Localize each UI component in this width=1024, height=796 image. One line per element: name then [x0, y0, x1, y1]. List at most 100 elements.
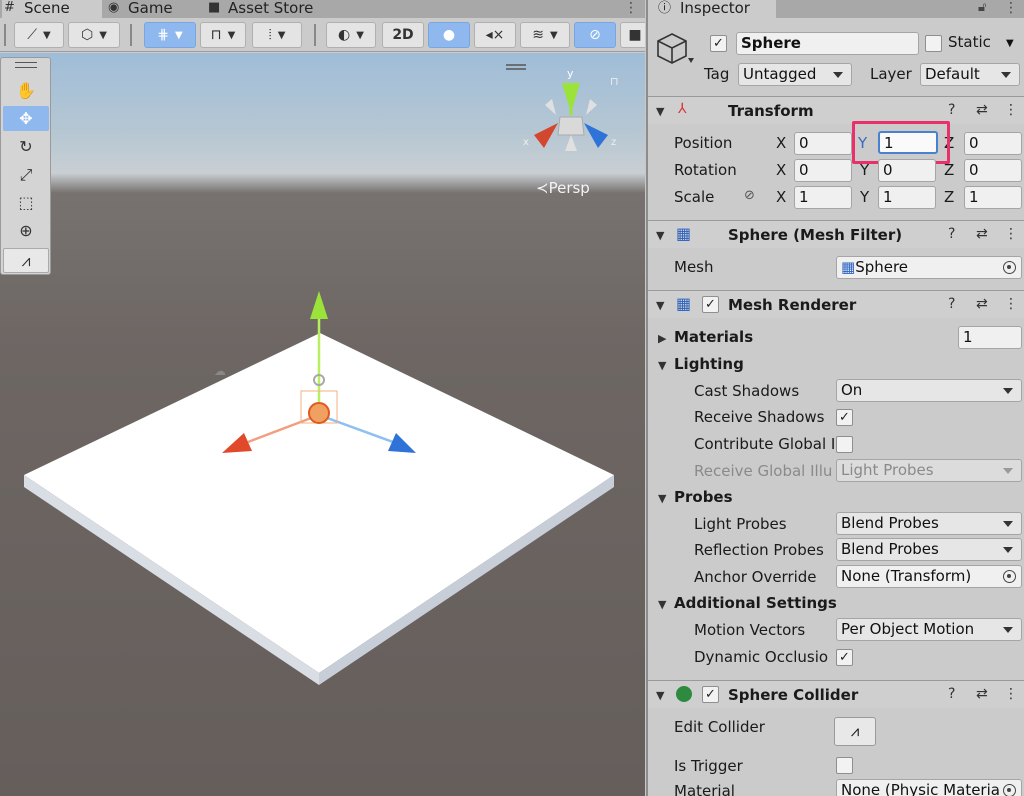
grid-snap-dropdown[interactable]: ⋕ ▼ — [144, 22, 196, 48]
motion-vectors-dropdown[interactable]: Per Object Motion — [836, 618, 1022, 641]
is-trigger-checkbox[interactable] — [836, 757, 853, 774]
rotation-x-field[interactable]: 0 — [794, 159, 852, 182]
hidden-objects-toggle[interactable]: ⊘ — [574, 22, 616, 48]
orientation-y-cone[interactable] — [562, 83, 580, 113]
help-icon[interactable]: ? — [948, 296, 955, 312]
scale-x-field[interactable]: 1 — [794, 186, 852, 209]
foldout-arrow-icon[interactable]: ▼ — [656, 229, 664, 242]
orientation-neg-y-cone[interactable] — [565, 135, 577, 151]
gizmo-y-arrow[interactable] — [310, 291, 328, 319]
edit-collider-button[interactable]: ⩘ — [834, 717, 876, 746]
camera-dropdown[interactable]: ■ — [620, 22, 645, 48]
presets-icon[interactable]: ⇄ — [976, 296, 988, 312]
tab-game[interactable]: ◉ Game — [106, 0, 202, 18]
anchor-override-field[interactable]: None (Transform) — [836, 565, 1022, 588]
help-icon[interactable]: ? — [948, 226, 955, 242]
tab-asset-store[interactable]: ■ Asset Store — [206, 0, 346, 18]
tool-palette-handle[interactable] — [15, 62, 37, 68]
shading-dropdown[interactable]: ◐ ▼ — [326, 22, 376, 48]
additional-settings-foldout-icon[interactable]: ▼ — [658, 598, 666, 611]
cast-shadows-dropdown[interactable]: On — [836, 379, 1022, 402]
mode-2d-button[interactable]: 2D — [382, 22, 424, 48]
rotation-y-field[interactable]: 0 — [878, 159, 936, 182]
more-menu-icon[interactable]: ⋮ — [1004, 0, 1018, 16]
help-icon[interactable]: ? — [948, 686, 955, 702]
reflection-probes-dropdown[interactable]: Blend Probes — [836, 538, 1022, 561]
increment-snap-dropdown[interactable]: ⊓ ▼ — [200, 22, 246, 48]
rotation-z-field[interactable]: 0 — [964, 159, 1022, 182]
dynamic-occlusion-checkbox[interactable]: ✓ — [836, 649, 853, 666]
effects-dropdown[interactable]: ≋ ▼ — [520, 22, 570, 48]
lock-icon[interactable]: 🔓︎ — [978, 0, 986, 15]
contribute-gi-checkbox[interactable] — [836, 436, 853, 453]
object-picker-icon[interactable] — [1003, 261, 1016, 274]
tab-inspector[interactable]: ⓘ Inspector — [648, 0, 776, 19]
orientation-x-cone[interactable] — [534, 123, 558, 148]
rect-tool[interactable]: ⬚ — [3, 190, 49, 215]
render-mode-dropdown[interactable]: ⬡ ▼ — [68, 22, 120, 48]
tag-dropdown[interactable]: Untagged — [738, 63, 852, 86]
custom-editor-tool[interactable]: ⩘ — [3, 248, 49, 273]
transform-header[interactable]: ▼ ⅄ Transform ? ⇄ ⋮ — [648, 96, 1024, 124]
component-menu-icon[interactable]: ⋮ — [1004, 296, 1018, 312]
foldout-arrow-icon[interactable]: ▼ — [656, 299, 664, 312]
orientation-z-cone[interactable] — [584, 123, 608, 148]
light-probes-dropdown[interactable]: Blend Probes — [836, 512, 1022, 535]
draw-mode-dropdown[interactable]: ⟋ ▼ — [14, 22, 64, 48]
transform-tool[interactable]: ⊕ — [3, 218, 49, 243]
foldout-arrow-icon[interactable]: ▼ — [656, 105, 664, 118]
orientation-neg-z-cone[interactable] — [586, 99, 597, 115]
presets-icon[interactable]: ⇄ — [976, 686, 988, 702]
tab-scene[interactable]: # Scene — [2, 0, 102, 18]
mesh-renderer-enabled-checkbox[interactable]: ✓ — [702, 296, 719, 313]
grid-visibility-dropdown[interactable]: ⦙ ▼ — [252, 22, 302, 48]
scale-z-field[interactable]: 1 — [964, 186, 1022, 209]
static-checkbox[interactable] — [925, 35, 942, 52]
object-picker-icon[interactable] — [1003, 784, 1016, 796]
lighting-foldout-icon[interactable]: ▼ — [658, 359, 666, 372]
object-cube-icon[interactable] — [656, 30, 696, 70]
scale-tool[interactable]: ⤢ — [3, 162, 49, 187]
physic-material-field[interactable]: None (Physic Materia — [836, 779, 1022, 796]
orientation-center-cube[interactable] — [557, 116, 585, 136]
materials-label[interactable]: Materials — [674, 328, 753, 346]
lock-icon[interactable]: ⊓ — [610, 75, 619, 88]
component-menu-icon[interactable]: ⋮ — [1004, 102, 1018, 118]
sphere-collider-header[interactable]: ▼ ✓ Sphere Collider ? ⇄ ⋮ — [648, 680, 1024, 708]
probes-label[interactable]: Probes — [674, 488, 733, 506]
layer-dropdown[interactable]: Default — [920, 63, 1020, 86]
position-x-field[interactable]: 0 — [794, 132, 852, 155]
projection-toggle[interactable]: ≺Persp — [536, 179, 590, 197]
orientation-neg-x-cone[interactable] — [545, 99, 556, 115]
materials-foldout-icon[interactable]: ▶ — [658, 332, 666, 345]
chevron-down-icon[interactable]: ▼ — [1006, 38, 1014, 49]
lighting-label[interactable]: Lighting — [674, 355, 744, 373]
move-tool[interactable]: ✥ — [3, 106, 49, 131]
object-name-field[interactable]: Sphere — [736, 32, 919, 55]
presets-icon[interactable]: ⇄ — [976, 102, 988, 118]
probes-foldout-icon[interactable]: ▼ — [658, 492, 666, 505]
constrain-proportions-icon[interactable]: ⊘ — [744, 188, 755, 203]
mesh-filter-header[interactable]: ▼ ▦ Sphere (Mesh Filter) ? ⇄ ⋮ — [648, 220, 1024, 248]
component-menu-icon[interactable]: ⋮ — [1004, 226, 1018, 242]
sphere-object[interactable] — [308, 402, 330, 424]
more-menu-icon[interactable]: ⋮ — [624, 0, 638, 16]
mesh-field[interactable]: ▦Sphere — [836, 256, 1022, 279]
scene-viewport[interactable]: ☁ y x z ⊓ ≺Persp — [0, 53, 645, 796]
object-picker-icon[interactable] — [1003, 570, 1016, 583]
additional-settings-label[interactable]: Additional Settings — [674, 594, 837, 612]
foldout-arrow-icon[interactable]: ▼ — [656, 689, 664, 702]
scale-y-field[interactable]: 1 — [878, 186, 936, 209]
presets-icon[interactable]: ⇄ — [976, 226, 988, 242]
help-icon[interactable]: ? — [948, 102, 955, 118]
materials-count-field[interactable]: 1 — [958, 326, 1022, 349]
lighting-toggle[interactable]: ● — [428, 22, 470, 48]
receive-shadows-checkbox[interactable]: ✓ — [836, 409, 853, 426]
component-menu-icon[interactable]: ⋮ — [1004, 686, 1018, 702]
audio-toggle[interactable]: ◂× — [474, 22, 516, 48]
object-active-checkbox[interactable]: ✓ — [710, 35, 727, 52]
position-z-field[interactable]: 0 — [964, 132, 1022, 155]
sphere-collider-enabled-checkbox[interactable]: ✓ — [702, 686, 719, 703]
hand-tool[interactable]: ✋ — [3, 78, 49, 103]
mesh-renderer-header[interactable]: ▼ ▦ ✓ Mesh Renderer ? ⇄ ⋮ — [648, 290, 1024, 318]
